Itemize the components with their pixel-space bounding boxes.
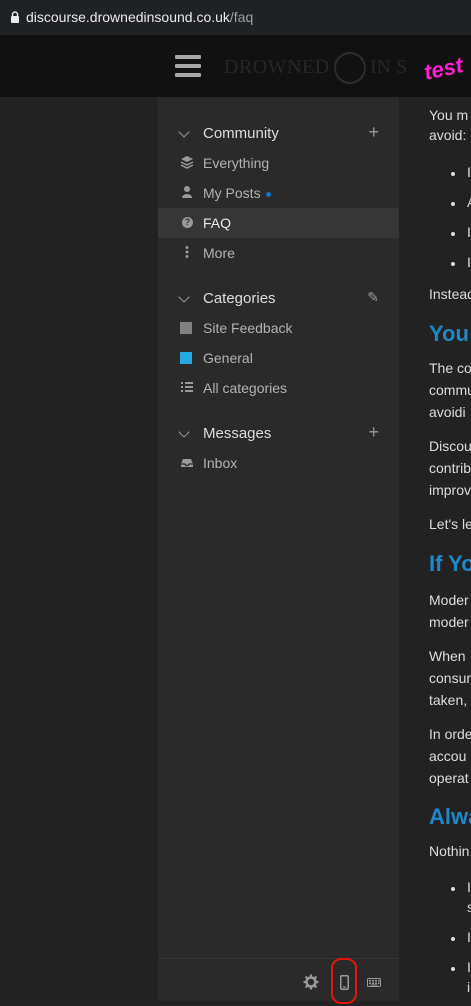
bullet [451,172,455,176]
content-line: avoid: [429,127,467,143]
content-line: A [467,192,471,212]
bullet [451,202,455,206]
lock-icon [11,11,19,23]
content-line: I [467,879,471,895]
content-line: When [429,648,466,664]
content-line: In orde [429,726,471,742]
content-line: I [467,254,471,270]
sidebar-item-label: Inbox [203,455,238,471]
content-line: Let's le [429,516,471,532]
pencil-icon[interactable]: ✎ [367,289,379,306]
user-icon [182,186,192,198]
chevron-down-icon[interactable] [178,126,190,138]
content-line: I [467,164,471,180]
content-line: avoidi [429,404,466,420]
layers-icon [180,156,194,169]
bullet [451,937,455,941]
test-badge: test [421,52,466,85]
chevron-down-icon[interactable] [178,291,190,303]
content-heading: If Yo [429,551,471,576]
sidebar-item-general[interactable]: General [158,343,399,373]
sidebar-item-more[interactable]: More [158,238,399,268]
content-line: Discou [429,438,471,454]
annotation-circle [331,958,357,1004]
sidebar-item-everything[interactable]: Everything [158,148,399,178]
content-line: improv [429,482,471,498]
sidebar-item-inbox[interactable]: Inbox [158,448,399,478]
bullet [451,887,455,891]
section-title: Community [203,125,279,142]
logo-text-left: DROWNED [224,56,330,78]
sidebar-item-label: More [203,245,235,261]
content-line: accou [429,748,467,764]
ellipsis-vertical-icon [185,246,189,258]
sidebar-item-site-feedback[interactable]: Site Feedback [158,313,399,343]
url-text[interactable]: discourse.drownedinsound.co.uk/faq [26,9,253,25]
content-line: I [467,224,471,240]
content-line: commu [429,382,471,398]
site-logo[interactable]: DROWNED IN S test [222,52,471,92]
content-line: consur [429,670,471,686]
content-line: s [467,899,471,915]
content-line: I [467,929,471,945]
category-color-swatch [180,322,192,334]
bullet [451,967,455,971]
content-line: moder [429,614,469,630]
content-line: You m [429,107,469,123]
main-content: You m avoid: I A I I Instead You The co … [413,97,471,1006]
content-line: Instead [429,286,471,302]
content-heading: You [429,321,469,346]
inbox-icon [181,459,193,467]
content-line: The co [429,360,471,376]
category-color-swatch [180,352,192,364]
url-path: /faq [229,9,254,25]
unread-dot [265,191,271,197]
sidebar-item-label: All categories [203,380,288,396]
gear-icon[interactable] [303,974,319,990]
sidebar-item-label: General [203,350,253,366]
sidebar-item-faq[interactable]: ? FAQ [158,208,399,238]
sidebar-item-label: My Posts [203,185,271,201]
content-line: contrib [429,460,471,476]
list-icon [181,382,193,392]
sidebar-item-label: FAQ [203,215,232,231]
logo-text-right: IN S [370,56,408,78]
sidebar-item-my-posts[interactable]: My Posts [158,178,399,208]
content-line: i [467,979,471,995]
bullet [451,232,455,236]
add-icon[interactable]: + [368,122,379,143]
content-line: taken, [429,692,468,708]
section-title: Categories [203,290,276,307]
hamburger-icon[interactable] [175,55,201,77]
section-header-messages[interactable]: Messages + [158,422,399,446]
sidebar-item-label: Everything [203,155,270,171]
url-host: discourse.drownedinsound.co.uk [26,9,230,25]
section-title: Messages [203,425,272,442]
question-circle-icon: ? [182,217,193,228]
content-line: Moder [429,592,469,608]
content-line: operat [429,770,469,786]
keyboard-icon[interactable] [367,978,381,987]
section-header-community[interactable]: Community + [158,122,399,146]
content-heading: Alwa [429,804,471,829]
anchor-icon [334,52,366,84]
sidebar: Community + Everything My Posts ? FAQ Mo… [158,97,399,1000]
section-header-categories[interactable]: Categories ✎ [158,289,399,311]
content-line: Nothin [429,843,470,859]
chevron-down-icon[interactable] [178,426,190,438]
sidebar-item-label: Site Feedback [203,320,293,336]
content-line: I [467,959,471,975]
add-icon[interactable]: + [368,422,379,443]
sidebar-footer [158,958,399,1001]
browser-address-bar[interactable]: discourse.drownedinsound.co.uk/faq [0,0,471,35]
bullet [451,262,455,266]
sidebar-item-all-categories[interactable]: All categories [158,373,399,403]
